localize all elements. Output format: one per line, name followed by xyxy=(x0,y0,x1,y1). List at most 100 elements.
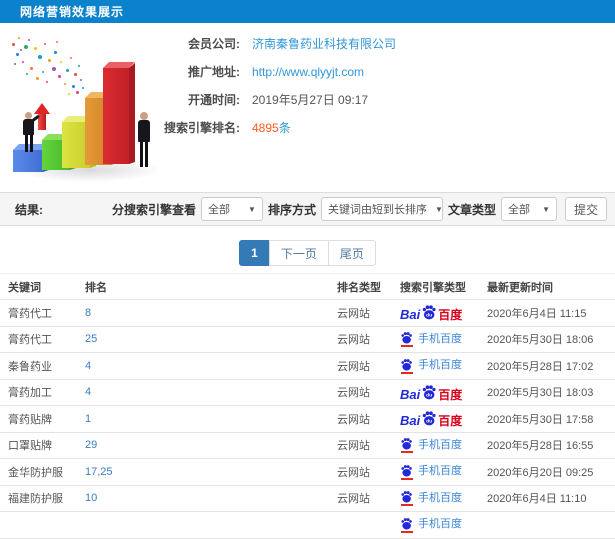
confetti-dot xyxy=(54,51,57,54)
rank-link[interactable]: 25 xyxy=(85,333,97,345)
rank-cell: 1 xyxy=(85,413,337,425)
svg-text:du: du xyxy=(426,419,432,425)
confetti-dot xyxy=(78,65,80,67)
table-row: 秦鲁药业 4 云网站 手机百度 2020年5月28日 17:02 xyxy=(0,353,615,380)
engine-cell: Bai du 百度 xyxy=(400,384,487,401)
svg-text:du: du xyxy=(426,392,432,398)
chevron-down-icon: ▼ xyxy=(248,204,256,214)
confetti-dot xyxy=(26,73,28,75)
info-row-rank-count: 搜索引擎排名: 4895条 xyxy=(160,114,610,142)
baidu-pc-logo: Bai du 百度 xyxy=(400,410,462,427)
table-row: 膏药贴牌 1 云网站 Bai du 百度 2020年5月30日 17:58 xyxy=(0,406,615,433)
rank-link[interactable]: 17,25 xyxy=(85,466,113,478)
rank-link[interactable]: 4 xyxy=(85,386,91,398)
table-body: 膏药代工 8 云网站 Bai du 百度 2020年6月4日 11:15 膏药代工 25 云… xyxy=(0,300,615,539)
confetti-dot xyxy=(70,57,72,59)
baidu-paw-icon xyxy=(401,358,412,371)
table-row: 手机百度 xyxy=(0,512,615,539)
confetti-dot xyxy=(22,61,24,63)
table-row: 福建防护服 10 云网站 手机百度 2020年6月4日 11:10 xyxy=(0,486,615,512)
result-label: 结果: xyxy=(15,202,43,217)
engine-cell: Bai du 百度 xyxy=(400,304,487,321)
company-value[interactable]: 济南秦鲁药业科技有限公司 xyxy=(252,30,396,58)
confetti-dot xyxy=(80,79,82,81)
keyword-cell: 膏药代工 xyxy=(8,307,52,320)
col-keyword: 关键词 xyxy=(8,281,41,294)
confetti-dot xyxy=(48,59,51,62)
page-title: 网络营销效果展示 xyxy=(20,5,125,19)
keyword-cell: 口罩贴牌 xyxy=(8,440,52,453)
updated-cell: 2020年5月30日 18:03 xyxy=(487,387,594,400)
article-type-select[interactable]: 全部 ▼ xyxy=(500,197,557,221)
promo-url-label: 推广地址: xyxy=(188,65,240,79)
baidu-paw-icon: du xyxy=(422,305,436,320)
engine-cell: 手机百度 xyxy=(400,490,487,507)
company-label: 会员公司: xyxy=(188,37,240,51)
rank-link[interactable]: 4 xyxy=(85,360,91,372)
pagination: 1 下一页 尾页 xyxy=(0,240,615,266)
engine-cell: 手机百度 xyxy=(400,437,487,454)
info-row-url: 推广地址: http://www.qlyyjt.com xyxy=(160,58,610,86)
rank-link[interactable]: 29 xyxy=(85,439,97,451)
baidu-paw-icon: du xyxy=(422,411,436,426)
col-updated: 最新更新时间 xyxy=(487,281,553,294)
chart-bar-blue xyxy=(13,150,43,172)
confetti-dot xyxy=(38,55,42,59)
confetti-dot xyxy=(28,39,30,41)
rank-type-cell: 云网站 xyxy=(337,466,370,479)
keyword-cell: 秦鲁药业 xyxy=(8,360,52,373)
confetti-dot xyxy=(44,43,46,45)
confetti-dot xyxy=(46,81,48,83)
submit-button[interactable]: 提交 xyxy=(564,197,607,221)
baidu-mobile-logo: 手机百度 xyxy=(400,331,462,348)
confetti-dot xyxy=(58,75,61,78)
confetti-dot xyxy=(66,69,69,72)
confetti-dot xyxy=(18,37,20,39)
engine-filter-select[interactable]: 全部 ▼ xyxy=(200,197,263,221)
businessman-thinking-figure xyxy=(134,112,154,168)
keyword-cell: 金华防护服 xyxy=(8,466,63,479)
rank-link[interactable]: 10 xyxy=(85,492,97,504)
baidu-pc-logo: Bai du 百度 xyxy=(400,384,462,401)
rank-type-cell: 云网站 xyxy=(337,387,370,400)
rank-cell: 29 xyxy=(85,439,337,451)
rank-count-value: 4895条 xyxy=(252,121,291,135)
last-page-button[interactable]: 尾页 xyxy=(327,240,376,266)
baidu-mobile-logo: 手机百度 xyxy=(400,358,462,374)
table-row: 膏药代工 8 云网站 Bai du 百度 2020年6月4日 11:15 xyxy=(0,300,615,327)
filter-bar: 结果: 分搜索引擎查看 全部 ▼ 排序方式 关键词由短到长排序 ▼ 文章类型 全部 ▼… xyxy=(0,192,615,226)
confetti-dot xyxy=(76,91,79,94)
title-bar: 网络营销效果展示 xyxy=(0,0,615,23)
keyword-cell: 膏药贴牌 xyxy=(8,413,52,426)
confetti-dot xyxy=(12,43,15,46)
open-time-value: 2019年5月27日 09:17 xyxy=(252,93,369,107)
rank-link[interactable]: 8 xyxy=(85,307,91,319)
confetti-dot xyxy=(82,87,84,89)
baidu-mobile-logo: 手机百度 xyxy=(400,437,462,454)
page-1-button[interactable]: 1 xyxy=(239,240,270,266)
chevron-down-icon: ▼ xyxy=(434,204,443,214)
confetti-dot xyxy=(68,93,70,95)
confetti-dot xyxy=(24,45,28,49)
confetti-dot xyxy=(20,49,22,51)
rank-cell: 17,25 xyxy=(85,466,337,478)
rank-cell: 4 xyxy=(85,386,337,398)
updated-cell: 2020年5月30日 18:06 xyxy=(487,334,594,347)
table-row: 口罩贴牌 29 云网站 手机百度 2020年5月28日 16:55 xyxy=(0,433,615,459)
engine-cell: 手机百度 xyxy=(400,358,487,374)
promo-url-link[interactable]: http://www.qlyyjt.com xyxy=(252,58,364,86)
info-row-open-time: 开通时间: 2019年5月27日 09:17 xyxy=(160,86,610,114)
sort-filter-label: 排序方式 xyxy=(267,202,316,217)
next-page-button[interactable]: 下一页 xyxy=(268,240,329,266)
confetti-dot xyxy=(34,47,37,50)
updated-cell: 2020年6月4日 11:10 xyxy=(487,493,587,506)
sort-filter-select[interactable]: 关键词由短到长排序 ▼ xyxy=(320,197,443,221)
rank-link[interactable]: 1 xyxy=(85,413,91,425)
table-row: 金华防护服 17,25 云网站 手机百度 2020年6月20日 09:25 xyxy=(0,459,615,486)
baidu-mobile-logo: 手机百度 xyxy=(400,517,462,533)
engine-cell: 手机百度 xyxy=(400,464,487,480)
baidu-pc-logo: Bai du 百度 xyxy=(400,304,462,321)
confetti-dot xyxy=(64,83,66,85)
confetti-dot xyxy=(74,73,77,76)
rank-cell: 8 xyxy=(85,307,337,319)
